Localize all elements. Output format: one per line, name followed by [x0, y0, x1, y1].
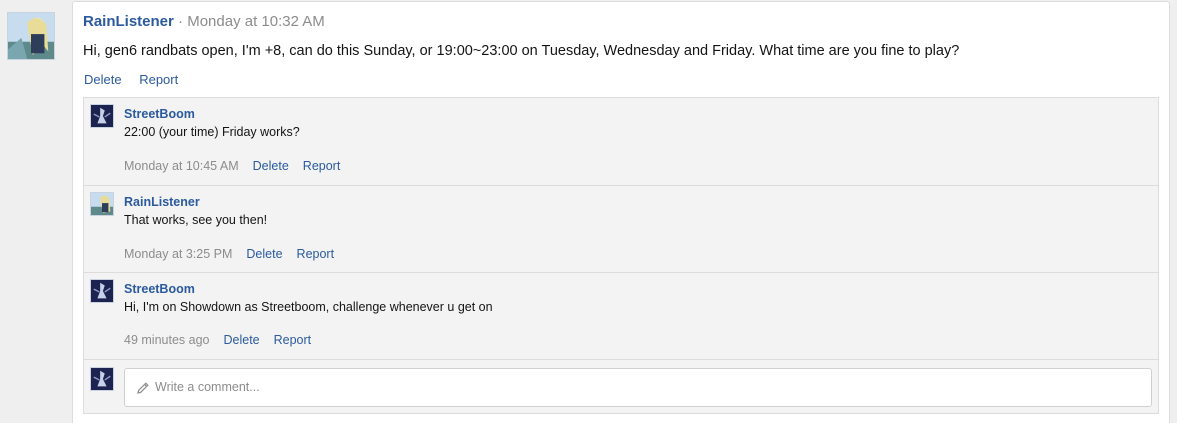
post-message: Hi, gen6 randbats open, I'm +8, can do t…: [83, 43, 960, 59]
comment-report-link[interactable]: Report: [274, 333, 312, 347]
comment-timestamp[interactable]: Monday at 10:45 AM: [124, 159, 239, 173]
post-separator: ·: [173, 13, 188, 30]
comment-composer: Write a comment...: [84, 360, 1158, 413]
comment-actions: Monday at 10:45 AM Delete Report: [124, 159, 354, 173]
post-timestamp[interactable]: Monday at 10:32 AM: [187, 13, 325, 30]
comment-item: StreetBoom Hi, I'm on Showdown as Street…: [84, 273, 1158, 360]
comment-report-link[interactable]: Report: [297, 247, 335, 261]
commenter-avatar[interactable]: [90, 104, 114, 128]
comment-actions: 49 minutes ago Delete Report: [124, 333, 325, 347]
comment-actions: Monday at 3:25 PM Delete Report: [124, 247, 348, 261]
comment-author-link[interactable]: StreetBoom: [124, 107, 195, 121]
comment-item: StreetBoom 22:00 (your time) Friday work…: [84, 98, 1158, 186]
comment-thread: StreetBoom 22:00 (your time) Friday work…: [83, 97, 1159, 414]
comment-delete-link[interactable]: Delete: [246, 247, 282, 261]
author-avatar[interactable]: [7, 12, 55, 60]
comment-delete-link[interactable]: Delete: [253, 159, 289, 173]
post-author-link[interactable]: RainListener: [83, 13, 174, 30]
post-actions: Delete Report: [84, 72, 192, 88]
comment-text: Hi, I'm on Showdown as Streetboom, chall…: [124, 300, 493, 314]
comment-input[interactable]: Write a comment...: [124, 368, 1152, 407]
comment-text: That works, see you then!: [124, 213, 268, 227]
comment-timestamp[interactable]: Monday at 3:25 PM: [124, 247, 232, 261]
current-user-avatar: [90, 367, 114, 391]
comment-text: 22:00 (your time) Friday works?: [124, 125, 300, 139]
comment-author-link[interactable]: RainListener: [124, 195, 200, 209]
post-delete-link[interactable]: Delete: [84, 72, 122, 87]
commenter-avatar[interactable]: [90, 279, 114, 303]
comment-author-link[interactable]: StreetBoom: [124, 282, 195, 296]
commenter-avatar[interactable]: [90, 192, 114, 216]
pencil-icon: [137, 382, 149, 394]
comment-delete-link[interactable]: Delete: [223, 333, 259, 347]
comment-timestamp[interactable]: 49 minutes ago: [124, 333, 209, 347]
post-report-link[interactable]: Report: [139, 72, 178, 87]
comment-report-link[interactable]: Report: [303, 159, 341, 173]
comment-input-placeholder: Write a comment...: [155, 380, 260, 394]
comment-item: RainListener That works, see you then! M…: [84, 186, 1158, 273]
post-header: RainListener · Monday at 10:32 AM: [83, 13, 325, 31]
